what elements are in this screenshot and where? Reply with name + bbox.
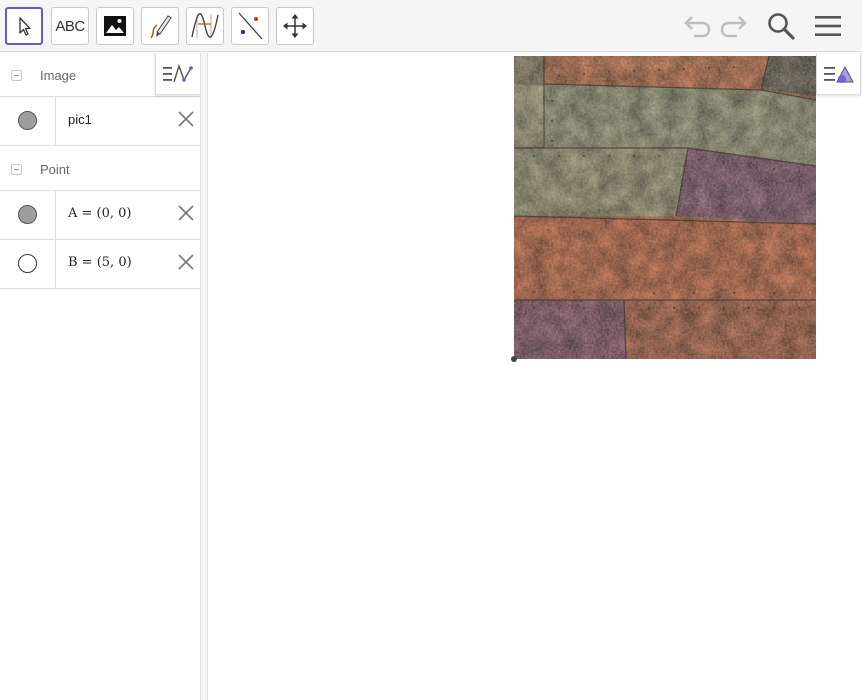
move-arrows-icon: [283, 14, 307, 38]
reflect-line-icon: [238, 12, 263, 40]
algebra-view: Image pic1 Point A = (0, 0) B = (5, 0): [0, 53, 200, 700]
graphics-style-bar-button[interactable]: [816, 53, 861, 95]
copper-plates-image: [514, 56, 816, 359]
visibility-marble-icon[interactable]: [18, 205, 37, 224]
text-tool-label: ABC: [55, 17, 85, 35]
algebra-item-point-a[interactable]: A = (0, 0): [0, 191, 200, 240]
search-button[interactable]: [763, 8, 799, 44]
image-tool-button[interactable]: [96, 7, 134, 45]
pen-icon: [150, 15, 172, 39]
visibility-toggle[interactable]: [0, 240, 56, 288]
group-header-point[interactable]: Point: [0, 147, 200, 191]
algebra-item-text[interactable]: A = (0, 0): [68, 206, 132, 221]
hamburger-menu-icon: [815, 16, 841, 36]
cursor-arrow-icon: [19, 17, 31, 36]
pen-tool-button[interactable]: [141, 7, 179, 45]
image-icon: [104, 16, 126, 36]
undo-button[interactable]: [679, 8, 715, 44]
visibility-marble-icon[interactable]: [18, 254, 37, 273]
view-divider[interactable]: [200, 53, 208, 700]
function-inspector-icon: [191, 13, 219, 38]
algebra-item-pic1[interactable]: pic1: [0, 97, 200, 146]
algebra-item-text[interactable]: B = (5, 0): [68, 255, 132, 270]
graphics-style-icon: [823, 65, 854, 83]
group-label: Image: [40, 68, 77, 83]
point-a[interactable]: [511, 356, 517, 362]
toolbar: ABC: [0, 0, 862, 52]
close-icon[interactable]: [176, 203, 196, 223]
close-icon[interactable]: [176, 109, 196, 129]
picture-pic1[interactable]: [514, 56, 816, 359]
algebra-item-text[interactable]: pic1: [68, 112, 92, 127]
text-tool-button[interactable]: ABC: [51, 7, 89, 45]
main-menu-button[interactable]: [810, 8, 846, 44]
visibility-toggle[interactable]: [0, 191, 56, 239]
visibility-toggle[interactable]: [0, 97, 56, 145]
move-graphics-view-tool-button[interactable]: [276, 7, 314, 45]
move-tool-button[interactable]: [5, 7, 43, 45]
algebra-style-icon: [163, 63, 193, 82]
algebra-style-bar-button[interactable]: [155, 53, 200, 95]
close-icon[interactable]: [176, 252, 196, 272]
function-inspector-tool-button[interactable]: [186, 7, 224, 45]
undo-icon: [684, 16, 711, 38]
redo-button[interactable]: [716, 8, 752, 44]
algebra-item-point-b[interactable]: B = (5, 0): [0, 240, 200, 289]
group-label: Point: [40, 162, 70, 177]
search-icon: [768, 13, 795, 40]
redo-icon: [720, 16, 747, 38]
collapse-toggle[interactable]: [11, 164, 22, 175]
reflect-about-line-tool-button[interactable]: [231, 7, 269, 45]
visibility-marble-icon[interactable]: [18, 111, 37, 130]
collapse-toggle[interactable]: [11, 70, 22, 81]
